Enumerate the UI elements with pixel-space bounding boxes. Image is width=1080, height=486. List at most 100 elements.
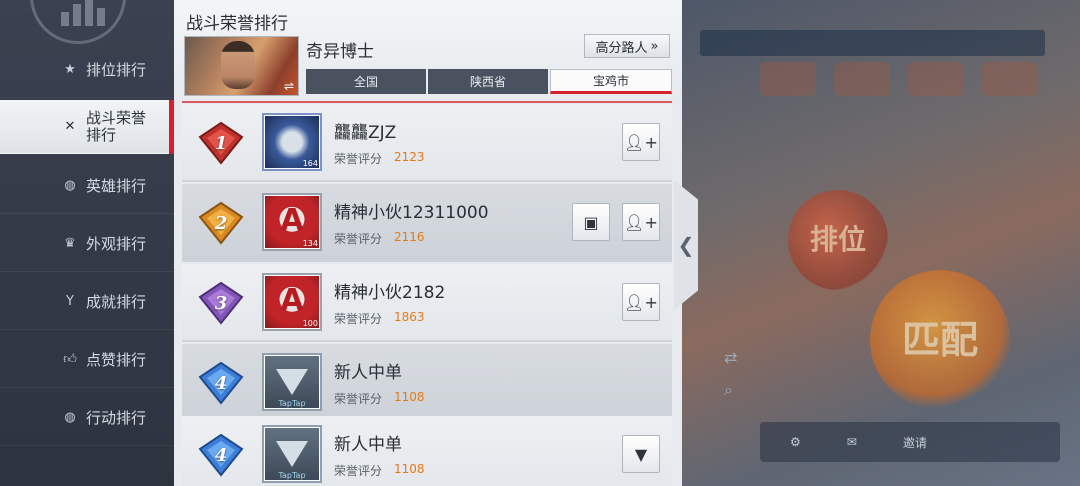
score-value: 1863 (394, 310, 425, 324)
rank-badge: 1 (198, 121, 244, 165)
avatar-level: 134 (302, 239, 318, 248)
add-friend-button[interactable]: 👤︎+ (622, 283, 660, 321)
swap-hero-icon: ⇌ (283, 79, 294, 93)
ranking-sidebar: ★ 排位排行 ✕ 战斗荣誉排行 ◍ 英雄排行 ♛ 外观排行 Y 成就排行 👍︎ … (0, 0, 174, 486)
player-avatar[interactable]: TapTap (262, 353, 322, 411)
tv-icon: ▣ (583, 212, 599, 232)
panel-header: 战斗荣誉排行 ⇌ 奇异博士 高分路人 » 全国 陕西省 宝鸡市 (174, 0, 682, 104)
bg-chest-icon (834, 62, 890, 96)
rank-number: 3 (214, 292, 228, 314)
ranking-row[interactable]: 4 TapTap 新人中单 荣誉评分 1108 (182, 344, 672, 422)
ranked-match-bubble: 排位 (788, 190, 888, 290)
sidebar-item-label: 英雄排行 (86, 177, 147, 195)
settings-gear-icon: ⚙ (790, 435, 801, 449)
hero-name: 奇异博士 (306, 42, 374, 62)
tab-province[interactable]: 陕西省 (428, 69, 548, 94)
default-avatar-icon (276, 441, 308, 467)
action-emblem-icon: ◍ (64, 410, 76, 425)
sidebar-item-rank[interactable]: ★ 排位排行 (0, 42, 174, 98)
hero-face-image (221, 41, 255, 89)
region-tabs: 全国 陕西省 宝鸡市 (306, 69, 672, 94)
sidebar-item-label: 成就排行 (86, 293, 147, 311)
ranking-row[interactable]: 2 A 134 精神小伙12311000 荣誉评分 2116 ▣ 👤︎+ (182, 184, 672, 262)
swap-icon: ⇄ (724, 348, 738, 367)
score-label: 荣誉评分 (334, 312, 383, 326)
sidebar-item-likes[interactable]: 👍︎ 点赞排行 (0, 332, 174, 388)
sidebar-item-action[interactable]: ◍ 行动排行 (0, 390, 174, 446)
rank-number: 4 (214, 372, 228, 394)
watch-replay-button[interactable]: ▣ (572, 203, 610, 241)
ranking-panel: 战斗荣誉排行 ⇌ 奇异博士 高分路人 » 全国 陕西省 宝鸡市 1 164 龘龘… (174, 0, 682, 486)
player-avatar[interactable]: TapTap (262, 425, 322, 483)
thumbs-up-icon: 👍︎ (63, 352, 77, 367)
background-side-icons: ⇄ ⌕ (724, 342, 737, 406)
player-name: 新人中单 (334, 435, 402, 455)
high-score-label: 高分路人 (595, 40, 648, 56)
quick-match-bubble: 匹配 (870, 270, 1010, 410)
leaderboard-logo-icon (30, 0, 126, 44)
hero-emblem-icon: ◍ (64, 178, 76, 193)
player-name: 精神小伙2182 (334, 283, 446, 303)
player-avatar[interactable]: A 100 (262, 273, 322, 331)
chevron-left-icon: ❮ (677, 233, 695, 257)
sidebar-item-appearance[interactable]: ♛ 外观排行 (0, 216, 174, 272)
search-icon: ⌕ (724, 380, 733, 399)
rank-number: 2 (214, 212, 228, 234)
add-user-icon: 👤︎+ (624, 212, 658, 232)
collapse-panel-tab[interactable]: ❮ (674, 180, 698, 310)
score-label: 荣誉评分 (334, 392, 383, 406)
trophy-icon: Y (66, 294, 74, 309)
sidebar-item-hero[interactable]: ◍ 英雄排行 (0, 158, 174, 214)
sidebar-item-label: 外观排行 (86, 235, 147, 253)
add-user-icon: 👤︎+ (624, 292, 658, 312)
rank-badge: 4 (198, 433, 244, 477)
star-icon: ★ (64, 62, 76, 77)
player-name: 新人中单 (334, 363, 402, 383)
bg-shield-icon (908, 62, 964, 96)
double-chevron-right-icon: » (650, 38, 659, 54)
rank-badge: 3 (198, 281, 244, 325)
add-user-icon: 👤︎+ (624, 132, 658, 152)
rank-badge: 4 (198, 361, 244, 405)
rank-number: 4 (214, 444, 228, 466)
avengers-logo-icon: A (280, 203, 304, 238)
bg-event-icon (760, 62, 816, 96)
ranking-row[interactable]: 1 164 龘龘ZJZ 荣誉评分 2123 👤︎+ (182, 104, 672, 182)
avatar-tag: TapTap (278, 399, 306, 408)
score-value: 2123 (394, 150, 425, 164)
bg-helmet-icon (982, 62, 1038, 96)
player-avatar[interactable]: 164 (262, 113, 322, 171)
avatar-level: 100 (302, 319, 318, 328)
high-score-players-button[interactable]: 高分路人 » (584, 34, 670, 58)
default-avatar-icon (276, 369, 308, 395)
sidebar-item-label: 排位排行 (86, 61, 147, 79)
avatar-tag: TapTap (278, 471, 306, 480)
background-icon-row (760, 62, 1038, 96)
mail-icon: ✉ (846, 435, 857, 449)
tab-national[interactable]: 全国 (306, 69, 426, 94)
ranking-row[interactable]: 3 A 100 精神小伙2182 荣誉评分 1863 👤︎+ (182, 264, 672, 342)
invite-label: 邀请 (902, 435, 927, 450)
team-emblem-button[interactable]: ▼ (622, 435, 660, 473)
score-value: 1108 (394, 390, 425, 404)
header-divider (182, 101, 672, 103)
avatar-level: 164 (302, 159, 318, 168)
hero-portrait[interactable]: ⇌ (184, 36, 299, 96)
score-label: 荣誉评分 (334, 232, 383, 246)
player-avatar[interactable]: A 134 (262, 193, 322, 251)
sidebar-item-achievement[interactable]: Y 成就排行 (0, 274, 174, 330)
sidebar-item-battle-honor[interactable]: ✕ 战斗荣誉排行 (0, 100, 174, 154)
sidebar-item-label: 行动排行 (86, 409, 147, 427)
add-friend-button[interactable]: 👤︎+ (622, 203, 660, 241)
ranking-row[interactable]: 4 TapTap 新人中单 荣誉评分 1108 ▼ (182, 416, 672, 486)
page-title: 战斗荣誉排行 (186, 14, 288, 34)
player-name: 龘龘ZJZ (334, 123, 397, 143)
score-value: 2116 (394, 230, 425, 244)
swords-icon: ✕ (64, 119, 76, 134)
sidebar-item-label: 点赞排行 (86, 351, 147, 369)
background-chat-bar (700, 30, 1045, 56)
tab-city[interactable]: 宝鸡市 (550, 69, 672, 94)
add-friend-button[interactable]: 👤︎+ (622, 123, 660, 161)
score-label: 荣誉评分 (334, 464, 383, 478)
background-bottom-bar: ⚙ ✉ 邀请 (760, 422, 1060, 462)
